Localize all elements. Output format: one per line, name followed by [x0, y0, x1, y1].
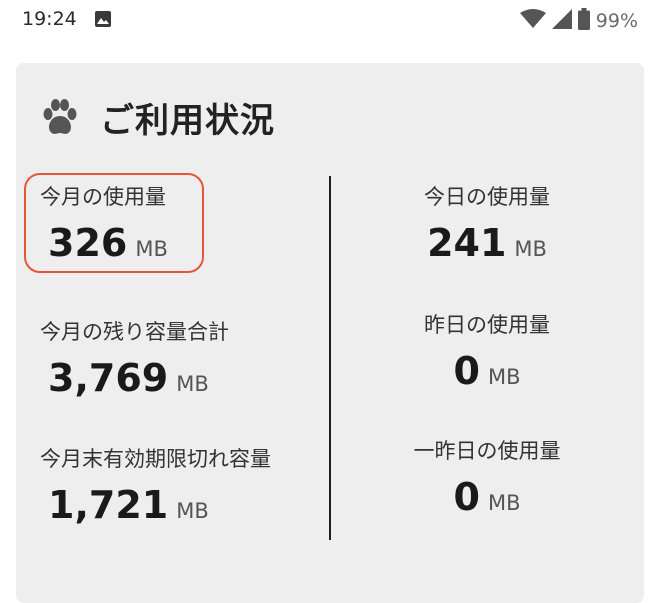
- status-bar: 19:24 99%: [0, 0, 660, 40]
- stat-value-row: 0 MB: [346, 349, 628, 393]
- stat-unit: MB: [487, 365, 521, 389]
- stat-unit: MB: [176, 372, 209, 396]
- stat-value: 0: [453, 475, 480, 519]
- stat-label: 一昨日の使用量: [413, 439, 561, 463]
- today-usage: 今日の使用量 241 MB: [346, 181, 628, 265]
- wifi-icon: [519, 9, 546, 33]
- usage-card: ご利用状況 今月の使用量 326 MB 今月の残り容量合計 3,769 MB 今…: [16, 63, 644, 603]
- paw-icon: [40, 98, 80, 138]
- stat-unit: MB: [176, 499, 209, 523]
- stat-value: 3,769: [48, 356, 169, 400]
- stat-unit: MB: [135, 237, 168, 261]
- stat-value-row: 3,769 MB: [48, 356, 229, 400]
- stat-value-row: 1,721 MB: [48, 483, 271, 527]
- stat-value: 0: [453, 349, 480, 393]
- stat-label: 今月の使用量: [40, 185, 166, 209]
- image-notification-icon: [94, 10, 112, 28]
- stat-value: 241: [427, 221, 507, 265]
- column-divider: [329, 176, 331, 540]
- stat-unit: MB: [487, 491, 521, 515]
- cell-signal-icon: [551, 9, 572, 33]
- day-before-yesterday-usage: 一昨日の使用量 0 MB: [346, 435, 628, 519]
- battery-icon: [577, 8, 590, 34]
- stat-value-row: 0 MB: [346, 475, 628, 519]
- stat-value-row: 241 MB: [346, 221, 628, 265]
- stat-value: 326: [48, 221, 128, 265]
- stat-value: 1,721: [48, 483, 169, 527]
- card-title: ご利用状況: [100, 101, 275, 141]
- stat-unit: MB: [514, 237, 547, 261]
- stat-label: 昨日の使用量: [424, 313, 550, 337]
- status-indicators: 99%: [519, 8, 638, 34]
- card-header: ご利用状況: [40, 93, 275, 142]
- monthly-usage: 今月の使用量 326 MB: [40, 181, 168, 265]
- stat-label: 今月末有効期限切れ容量: [40, 447, 271, 471]
- battery-percentage: 99%: [595, 10, 638, 32]
- month-end-expiring: 今月末有効期限切れ容量 1,721 MB: [40, 443, 271, 527]
- status-time: 19:24: [22, 8, 77, 30]
- stat-label: 今日の使用量: [424, 185, 550, 209]
- stat-label: 今月の残り容量合計: [40, 320, 229, 344]
- yesterday-usage: 昨日の使用量 0 MB: [346, 309, 628, 393]
- monthly-remaining: 今月の残り容量合計 3,769 MB: [40, 316, 229, 400]
- stat-value-row: 326 MB: [48, 221, 168, 265]
